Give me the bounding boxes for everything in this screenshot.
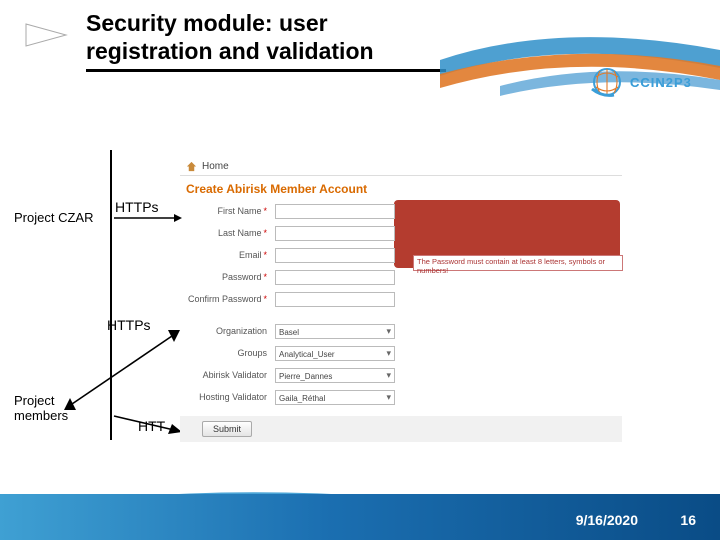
breadcrumb-home: Home bbox=[180, 158, 622, 176]
input-email[interactable] bbox=[275, 248, 395, 263]
title-underline bbox=[86, 69, 446, 72]
input-password[interactable] bbox=[275, 270, 395, 285]
play-triangle-icon bbox=[23, 22, 69, 48]
row-confirm-password: Confirm Password* bbox=[180, 288, 622, 310]
select-hosting-validator[interactable]: Gaila_Réthal bbox=[275, 390, 395, 405]
https-label-1: HTTPs bbox=[115, 199, 159, 215]
select-groups[interactable]: Analytical_User bbox=[275, 346, 395, 361]
row-last-name: Last Name* bbox=[180, 222, 622, 244]
label-confirm-password: Confirm Password* bbox=[180, 294, 275, 304]
label-first-name: First Name* bbox=[180, 206, 275, 216]
label-members-l1: Project bbox=[14, 393, 54, 408]
header: Security module: user registration and v… bbox=[0, 0, 720, 120]
input-confirm-password[interactable] bbox=[275, 292, 395, 307]
label-members-l2: members bbox=[14, 408, 68, 423]
label-project-czar: Project CZAR bbox=[14, 210, 93, 225]
https-label-2: HTTPs bbox=[107, 317, 151, 333]
globe-icon bbox=[590, 65, 624, 99]
submit-row: Submit bbox=[180, 416, 622, 442]
logo-text: CCIN2P3 bbox=[630, 75, 692, 90]
form-title: Create Abirisk Member Account bbox=[180, 176, 622, 200]
home-icon bbox=[186, 161, 197, 172]
label-email: Email* bbox=[180, 250, 275, 260]
registration-form-screenshot: Home Create Abirisk Member Account First… bbox=[180, 158, 622, 442]
label-groups: Groups bbox=[180, 348, 275, 358]
row-first-name: First Name* bbox=[180, 200, 622, 222]
label-project-members: Project members bbox=[14, 394, 68, 424]
footer-page-number: 16 bbox=[680, 512, 696, 528]
label-abirisk-validator: Abirisk Validator bbox=[180, 370, 275, 380]
input-first-name[interactable] bbox=[275, 204, 395, 219]
slide-title: Security module: user registration and v… bbox=[86, 10, 446, 72]
label-hosting-validator: Hosting Validator bbox=[180, 392, 275, 402]
arrow-members-double bbox=[60, 326, 182, 416]
select-abirisk-validator[interactable]: Pierre_Dannes bbox=[275, 368, 395, 383]
submit-button[interactable]: Submit bbox=[202, 421, 252, 437]
label-last-name: Last Name* bbox=[180, 228, 275, 238]
home-text: Home bbox=[202, 161, 229, 172]
diagram-vertical-axis bbox=[110, 150, 112, 440]
input-last-name[interactable] bbox=[275, 226, 395, 241]
ccin2p3-logo: CCIN2P3 bbox=[590, 62, 700, 102]
row-organization: Organization Basel bbox=[180, 320, 622, 342]
label-password: Password* bbox=[180, 272, 275, 282]
title-text: Security module: user registration and v… bbox=[86, 10, 446, 65]
select-organization[interactable]: Basel bbox=[275, 324, 395, 339]
label-organization: Organization bbox=[180, 326, 275, 336]
http-label: HTT bbox=[138, 418, 165, 434]
footer-date: 9/16/2020 bbox=[576, 512, 638, 528]
password-hint: The Password must contain at least 8 let… bbox=[413, 255, 623, 271]
row-hosting-validator: Hosting Validator Gaila_Réthal bbox=[180, 386, 622, 408]
row-groups: Groups Analytical_User bbox=[180, 342, 622, 364]
row-abirisk-validator: Abirisk Validator Pierre_Dannes bbox=[180, 364, 622, 386]
